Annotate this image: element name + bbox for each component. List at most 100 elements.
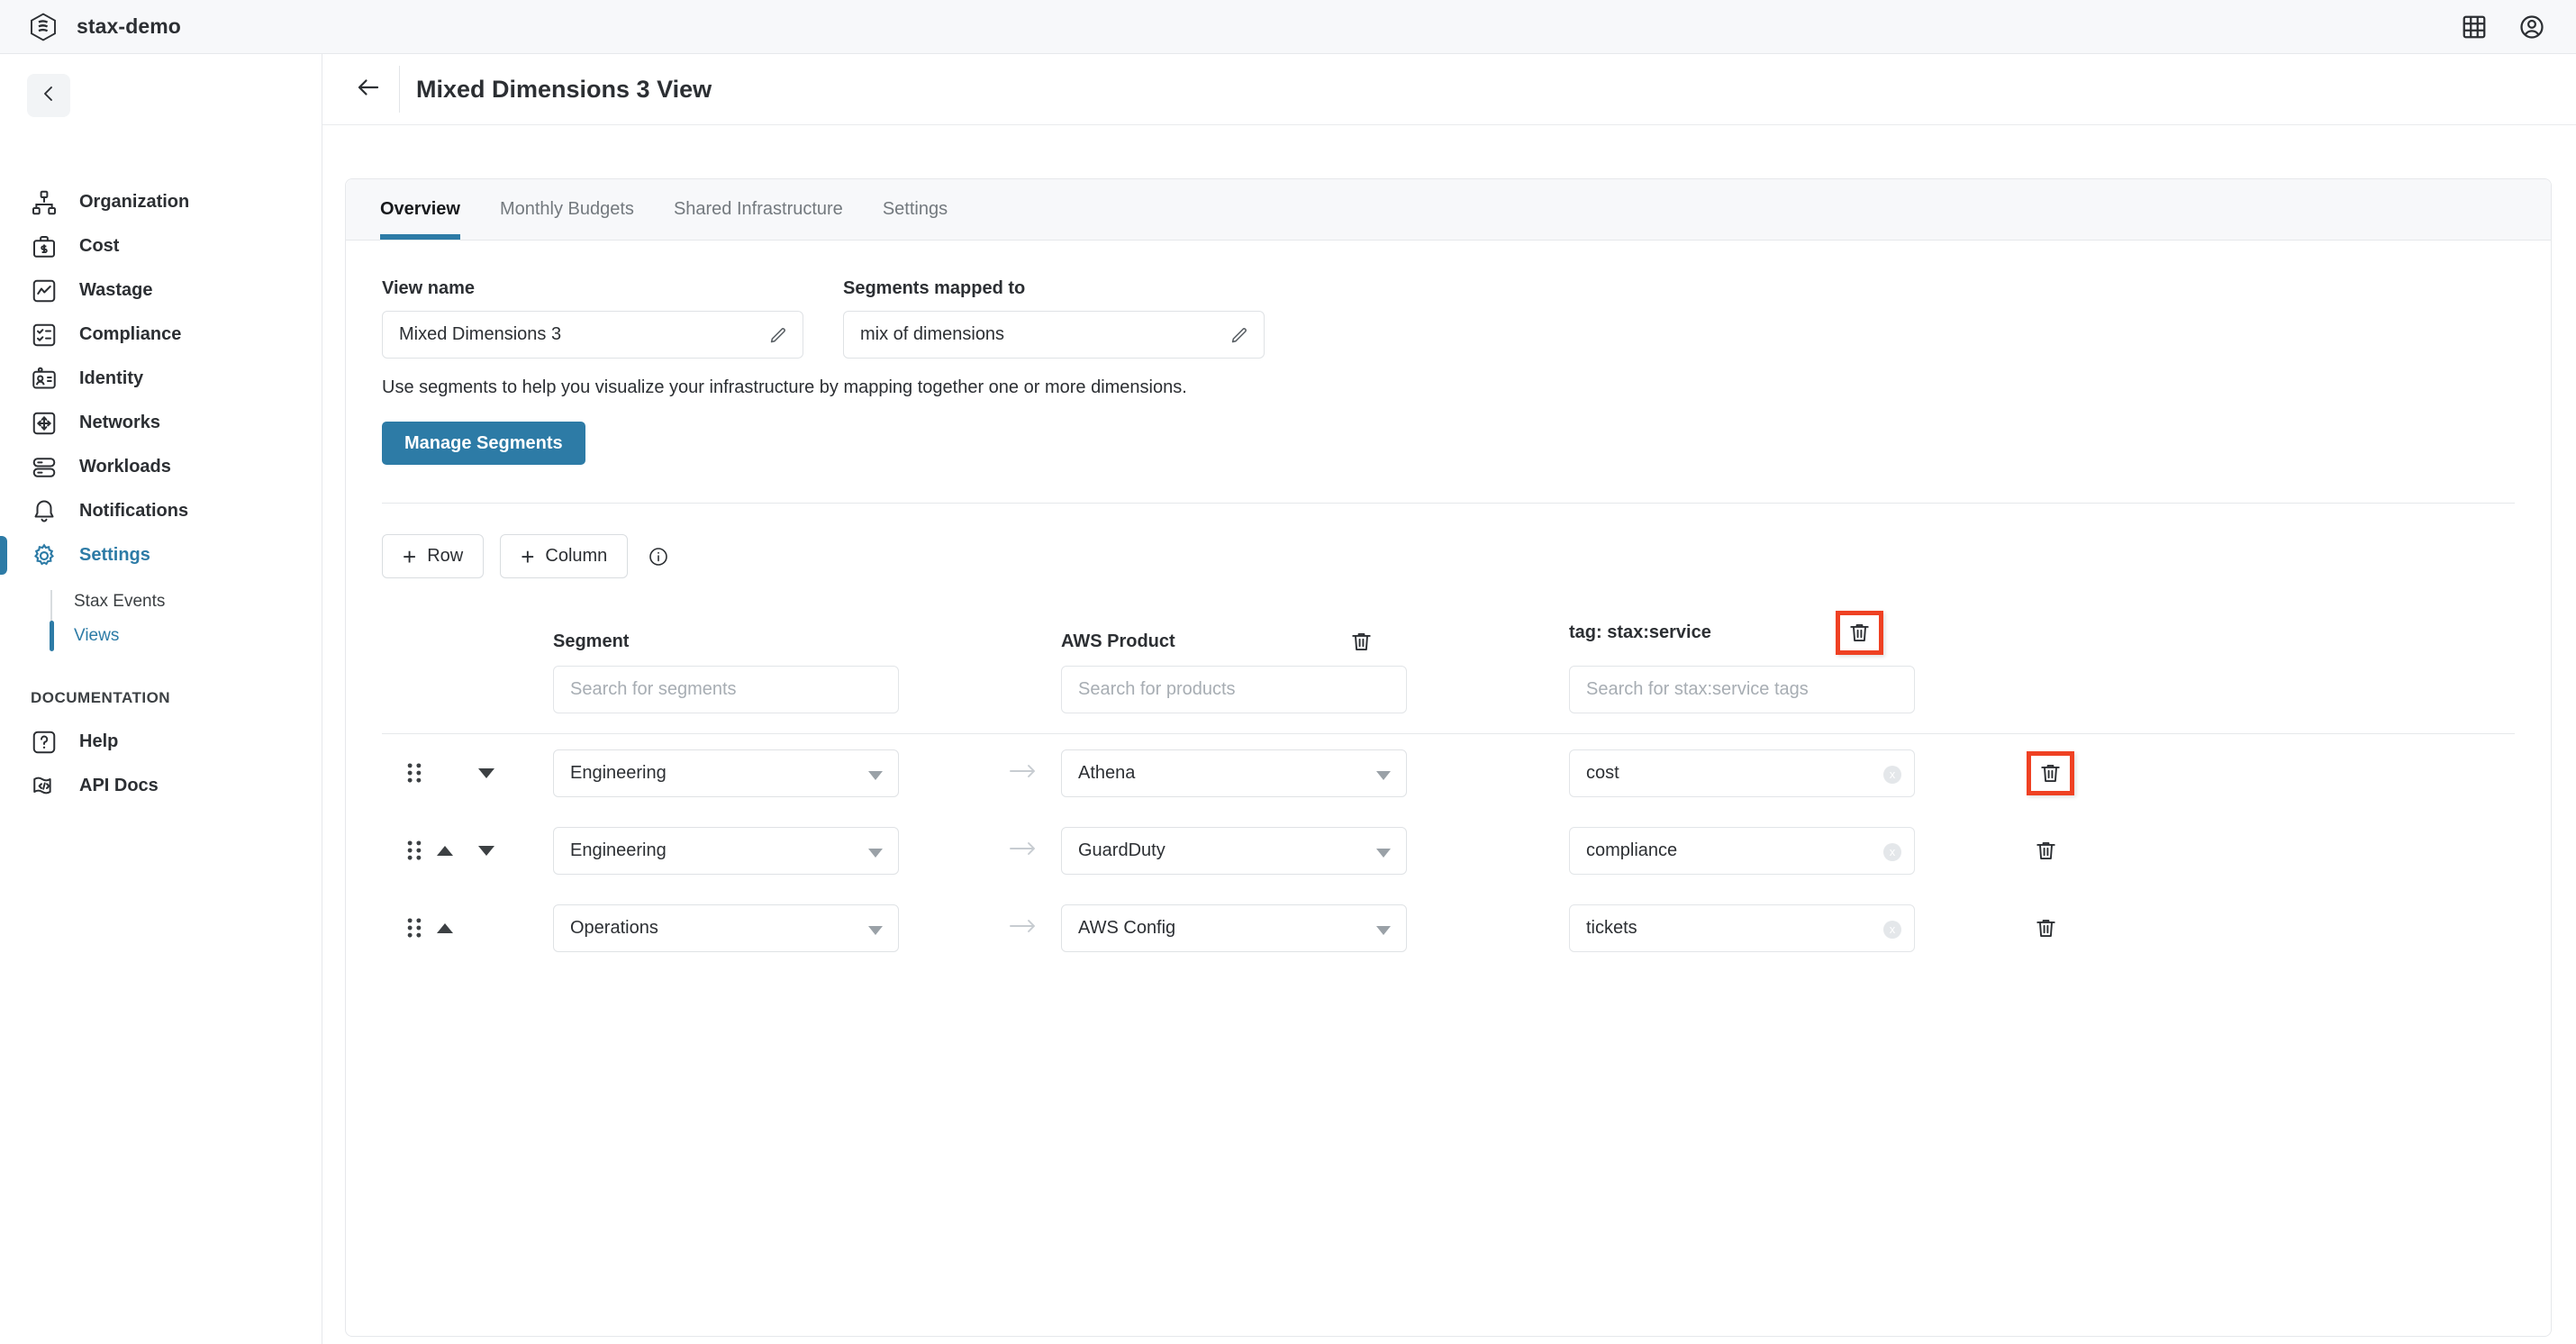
sidebar-item-notifications[interactable]: Notifications [0,489,322,533]
segment-select[interactable]: Operations [553,904,899,952]
stax-hexagon-logo-icon [30,13,57,41]
search-tags-input[interactable]: Search for stax:service tags [1569,666,1915,713]
search-products-input[interactable]: Search for products [1061,666,1407,713]
row-arrow [985,915,1061,941]
sidebar-item-settings[interactable]: Settings [0,533,322,577]
move-row-up-button[interactable] [424,835,466,866]
grid-header-row: Segment AWS Product tag: stax:service [382,611,2515,655]
pencil-icon[interactable] [768,326,788,346]
sidebar-subitem-views[interactable]: Views [0,619,322,653]
move-up-spacer [424,758,466,788]
code-brackets-icon [31,773,58,800]
tab-shared-infrastructure[interactable]: Shared Infrastructure [654,178,863,240]
row-segment-cell: Operations [553,904,985,952]
row-delete-cell [2001,750,2100,795]
sidebar-item-workloads[interactable]: Workloads [0,445,322,489]
back-button[interactable] [345,66,392,113]
sidebar-subitem-label: Stax Events [74,592,166,611]
delete-column-tag-button[interactable] [1847,620,1872,646]
caret-down-icon [478,767,494,778]
sidebar-item-label: Notifications [79,501,189,521]
clear-tag-button[interactable]: x [1883,920,1901,939]
sidebar-item-help[interactable]: Help [0,720,322,764]
segments-label: Segments mapped to [843,278,1026,298]
move-row-down-button[interactable] [466,758,507,788]
row-product-cell: AWS Config [1061,904,1493,952]
add-column-button[interactable]: + Column [500,534,629,578]
tab-overview[interactable]: Overview [380,178,480,240]
delete-row-button[interactable] [2034,915,2058,941]
column-header-label: Segment [553,631,630,651]
product-select[interactable]: GuardDuty [1061,826,1407,875]
delete-row-button[interactable] [2038,760,2063,786]
page-header: Mixed Dimensions 3 View [322,54,2576,125]
column-header-tag-stax-service: tag: stax:service [1569,611,2001,655]
tag-input[interactable]: cost x [1569,749,1915,797]
tag-input[interactable]: compliance x [1569,826,1915,875]
pencil-icon[interactable] [1229,326,1249,346]
segment-value: Engineering [570,762,667,783]
caret-up-icon [437,922,453,933]
view-name-input[interactable]: Mixed Dimensions 3 [382,311,803,359]
grid-apps-icon[interactable] [2461,14,2488,41]
chevron-down-icon [868,925,883,935]
row-delete-cell [2001,838,2100,864]
arrow-right-icon [1008,915,1039,941]
builder-toolbar: + Row + Column [382,534,2515,578]
row-controls [382,835,553,866]
row-controls [382,913,553,943]
view-name-field-group: View name Mixed Dimensions 3 [382,278,803,359]
sidebar-collapse-button[interactable] [27,74,70,117]
sidebar-item-api-docs[interactable]: API Docs [0,764,322,808]
move-row-down-button[interactable] [466,835,507,866]
product-select[interactable]: AWS Config [1061,904,1407,952]
arrow-right-icon [1008,838,1039,864]
drag-handle-icon[interactable] [404,839,424,862]
sidebar-item-label: Help [79,731,119,751]
segments-input[interactable]: mix of dimensions [843,311,1265,359]
top-bar-actions [2461,14,2576,41]
delete-row-button[interactable] [2034,838,2058,864]
sidebar-item-wastage[interactable]: Wastage [0,268,322,313]
segment-select[interactable]: Engineering [553,826,899,875]
plus-icon: + [521,542,535,570]
settings-subnav: Stax Events Views [0,585,322,653]
arrow-left-icon [355,74,382,105]
row-product-cell: GuardDuty [1061,826,1493,875]
drag-handle-icon[interactable] [404,916,424,940]
user-account-icon[interactable] [2518,14,2545,41]
server-stack-icon [31,454,58,481]
info-circle-icon[interactable] [648,546,669,568]
id-card-icon [31,366,58,393]
search-segments-input[interactable]: Search for segments [553,666,899,713]
dimension-grid: Segment AWS Product tag: stax:service Se… [382,611,2515,967]
row-tag-cell: compliance x [1569,826,2001,875]
chevron-down-icon [1376,770,1391,780]
clear-tag-button[interactable]: x [1883,765,1901,784]
delete-column-aws-product-button[interactable] [1349,629,1374,655]
sidebar-subitem-stax-events[interactable]: Stax Events [0,585,322,619]
tab-monthly-budgets[interactable]: Monthly Budgets [480,178,654,240]
chevron-down-icon [1376,925,1391,935]
sidebar: Organization Cost Wastage Compliance Ide… [0,54,322,1344]
sidebar-item-compliance[interactable]: Compliance [0,313,322,357]
briefcase-dollar-icon [31,233,58,260]
drag-handle-icon[interactable] [404,761,424,785]
add-row-button[interactable]: + Row [382,534,485,578]
sidebar-item-networks[interactable]: Networks [0,401,322,445]
manage-segments-button[interactable]: Manage Segments [382,422,585,465]
sidebar-item-cost[interactable]: Cost [0,224,322,268]
move-row-up-button[interactable] [424,913,466,943]
tab-settings[interactable]: Settings [863,178,967,240]
add-column-label: Column [545,546,608,566]
segment-value: Engineering [570,840,667,860]
product-select[interactable]: Athena [1061,749,1407,797]
tag-value: cost [1586,762,1619,783]
tag-input[interactable]: tickets x [1569,904,1915,952]
segment-select[interactable]: Engineering [553,749,899,797]
sidebar-item-label: Identity [79,368,144,388]
brand[interactable]: stax-demo [0,13,181,41]
sidebar-item-identity[interactable]: Identity [0,357,322,401]
clear-tag-button[interactable]: x [1883,842,1901,861]
sidebar-item-organization[interactable]: Organization [0,180,322,224]
